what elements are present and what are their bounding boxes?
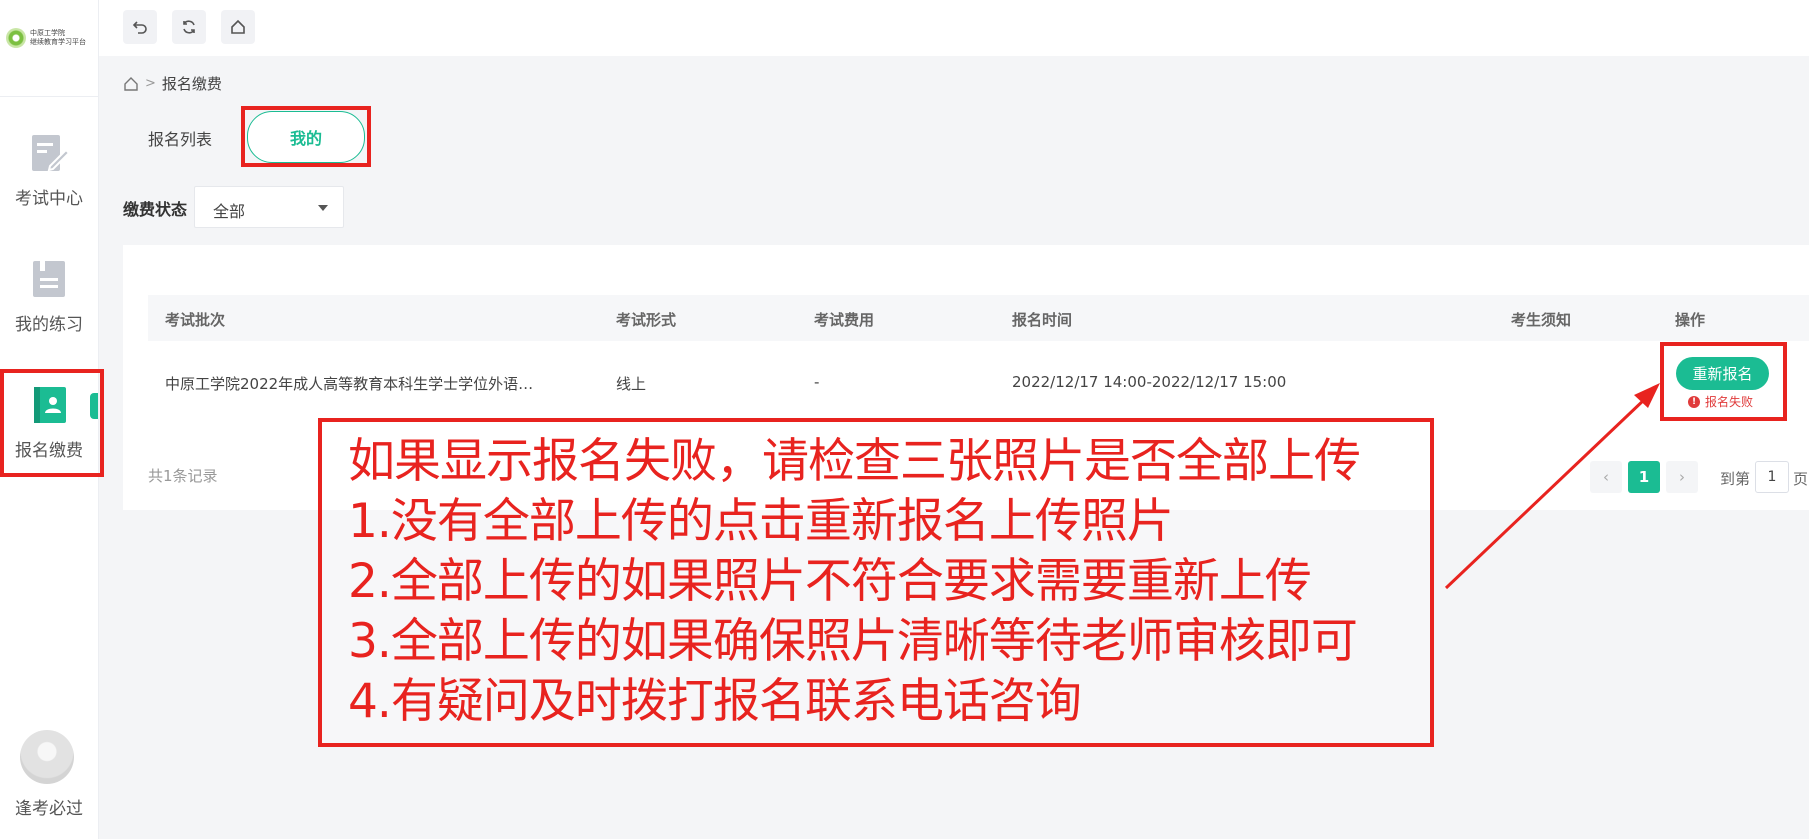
annotation-line: 3.全部上传的如果确保照片清晰等待老师审核即可 — [348, 614, 1358, 669]
home-icon[interactable] — [123, 76, 139, 92]
logo: 中原工学院 继续教育学习平台 — [6, 28, 86, 48]
logo-text: 中原工学院 继续教育学习平台 — [30, 29, 86, 47]
breadcrumb-current: 报名缴费 — [161, 75, 222, 93]
annotation-line: 4.有疑问及时拨打报名联系电话咨询 — [348, 674, 1082, 729]
highlight-box-sidebar — [0, 369, 104, 477]
sidebar-item-exam-center[interactable]: 考试中心 — [0, 132, 98, 209]
annotation-line: 如果显示报名失败，请检查三张照片是否全部上传 — [348, 434, 1361, 489]
filter-label: 缴费状态 — [123, 200, 188, 219]
home-icon — [231, 19, 245, 34]
payment-status-select[interactable]: 全部 — [194, 186, 344, 228]
practice-doc-icon — [33, 261, 65, 297]
goto-page-input[interactable]: 1 — [1755, 461, 1789, 493]
page-button-current[interactable]: 1 — [1628, 461, 1660, 493]
next-page-button[interactable]: › — [1666, 461, 1698, 493]
select-value: 全部 — [213, 202, 246, 221]
back-button[interactable] — [123, 10, 157, 44]
highlight-box-mine-tab — [241, 106, 371, 167]
column-header: 报名时间 — [1012, 311, 1073, 329]
column-header: 考试费用 — [814, 311, 875, 329]
refresh-icon — [183, 20, 195, 34]
logo-line1: 中原工学院 — [30, 29, 65, 37]
sidebar-item-label: 我的练习 — [15, 315, 83, 335]
annotation-note: 如果显示报名失败，请检查三张照片是否全部上传 1.没有全部上传的点击重新报名上传… — [318, 418, 1434, 747]
divider — [0, 96, 98, 97]
record-count: 共1条记录 — [148, 467, 218, 485]
breadcrumb-separator: > — [145, 76, 156, 91]
goto-label: 到第 — [1720, 470, 1751, 488]
highlight-box-action — [1660, 342, 1787, 421]
table-header: 考试批次 考试形式 考试费用 报名时间 考生须知 操作 — [148, 295, 1809, 341]
time-cell: 2022/12/17 14:00-2022/12/17 15:00 — [1012, 373, 1287, 391]
column-header: 考生须知 — [1511, 311, 1572, 329]
logo-line2: 继续教育学习平台 — [30, 38, 86, 46]
page-suffix: 页 — [1793, 470, 1809, 488]
column-header: 操作 — [1675, 311, 1706, 329]
logo-emblem-icon — [6, 28, 26, 48]
avatar[interactable] — [20, 730, 74, 784]
format-cell: 线上 — [616, 375, 647, 393]
sidebar-item-label: 考试中心 — [15, 189, 83, 209]
tab-registration-list[interactable]: 报名列表 — [148, 126, 212, 150]
refresh-button[interactable] — [172, 10, 206, 44]
user-name: 逢考必过 — [15, 799, 83, 819]
column-header: 考试形式 — [616, 311, 677, 329]
annotation-line: 1.没有全部上传的点击重新报名上传照片 — [348, 494, 1174, 549]
caret-down-icon — [318, 205, 328, 211]
fee-cell: - — [814, 373, 820, 391]
breadcrumb: > 报名缴费 — [123, 73, 222, 94]
annotation-line: 2.全部上传的如果照片不符合要求需要重新上传 — [348, 554, 1312, 609]
column-header: 考试批次 — [165, 311, 226, 329]
undo-icon — [132, 21, 147, 34]
batch-cell: 中原工学院2022年成人高等教育本科生学士学位外语… — [165, 375, 534, 393]
home-button[interactable] — [221, 10, 255, 44]
sidebar-item-my-practice[interactable]: 我的练习 — [0, 258, 98, 335]
topbar — [99, 0, 1809, 56]
exam-edit-icon — [32, 135, 70, 172]
prev-page-button[interactable]: ‹ — [1590, 461, 1622, 493]
